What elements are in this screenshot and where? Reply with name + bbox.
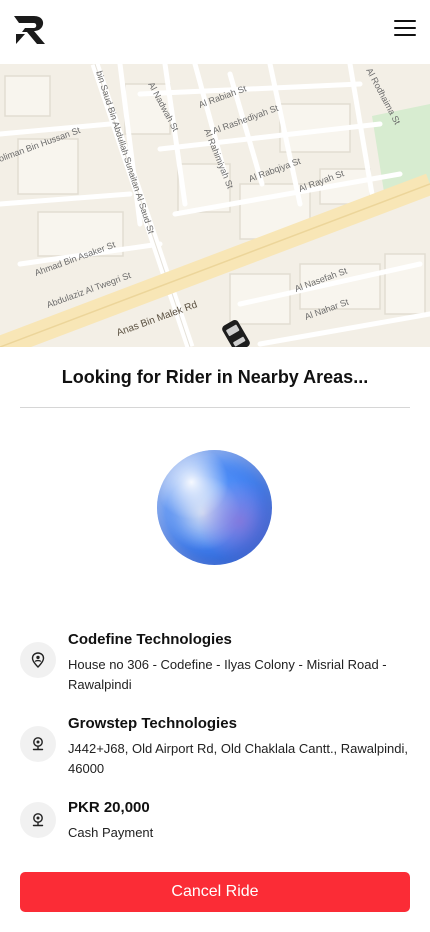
map-view[interactable]: bin Saud Bin Abdullah Sunaitan Al Saud S… xyxy=(0,64,430,347)
person-pin-icon xyxy=(20,642,56,678)
dropoff-name: Growstep Technologies xyxy=(68,715,237,732)
searching-animation-orb xyxy=(157,450,272,565)
hamburger-menu-icon[interactable] xyxy=(394,20,416,38)
location-pin-icon xyxy=(20,802,56,838)
divider xyxy=(20,407,410,408)
payment-method: Cash Payment xyxy=(68,825,154,840)
dropoff-address: J442+J68, Old Airport Rd, Old Chaklala C… xyxy=(68,741,408,776)
pickup-address: House no 306 - Codefine - Ilyas Colony -… xyxy=(68,657,387,692)
location-pin-icon xyxy=(20,726,56,762)
cancel-ride-button[interactable]: Cancel Ride xyxy=(20,872,410,912)
pickup-location: Codefine Technologies House no 306 - Cod… xyxy=(20,631,420,692)
brand-logo[interactable] xyxy=(12,14,48,46)
fare-info: PKR 20,000 Cash Payment xyxy=(20,799,420,843)
pickup-name: Codefine Technologies xyxy=(68,631,232,648)
app-header xyxy=(0,0,430,64)
search-status-title: Looking for Rider in Nearby Areas... xyxy=(61,367,369,387)
dropoff-location: Growstep Technologies J442+J68, Old Airp… xyxy=(20,715,420,776)
fare-amount: PKR 20,000 xyxy=(68,799,150,816)
